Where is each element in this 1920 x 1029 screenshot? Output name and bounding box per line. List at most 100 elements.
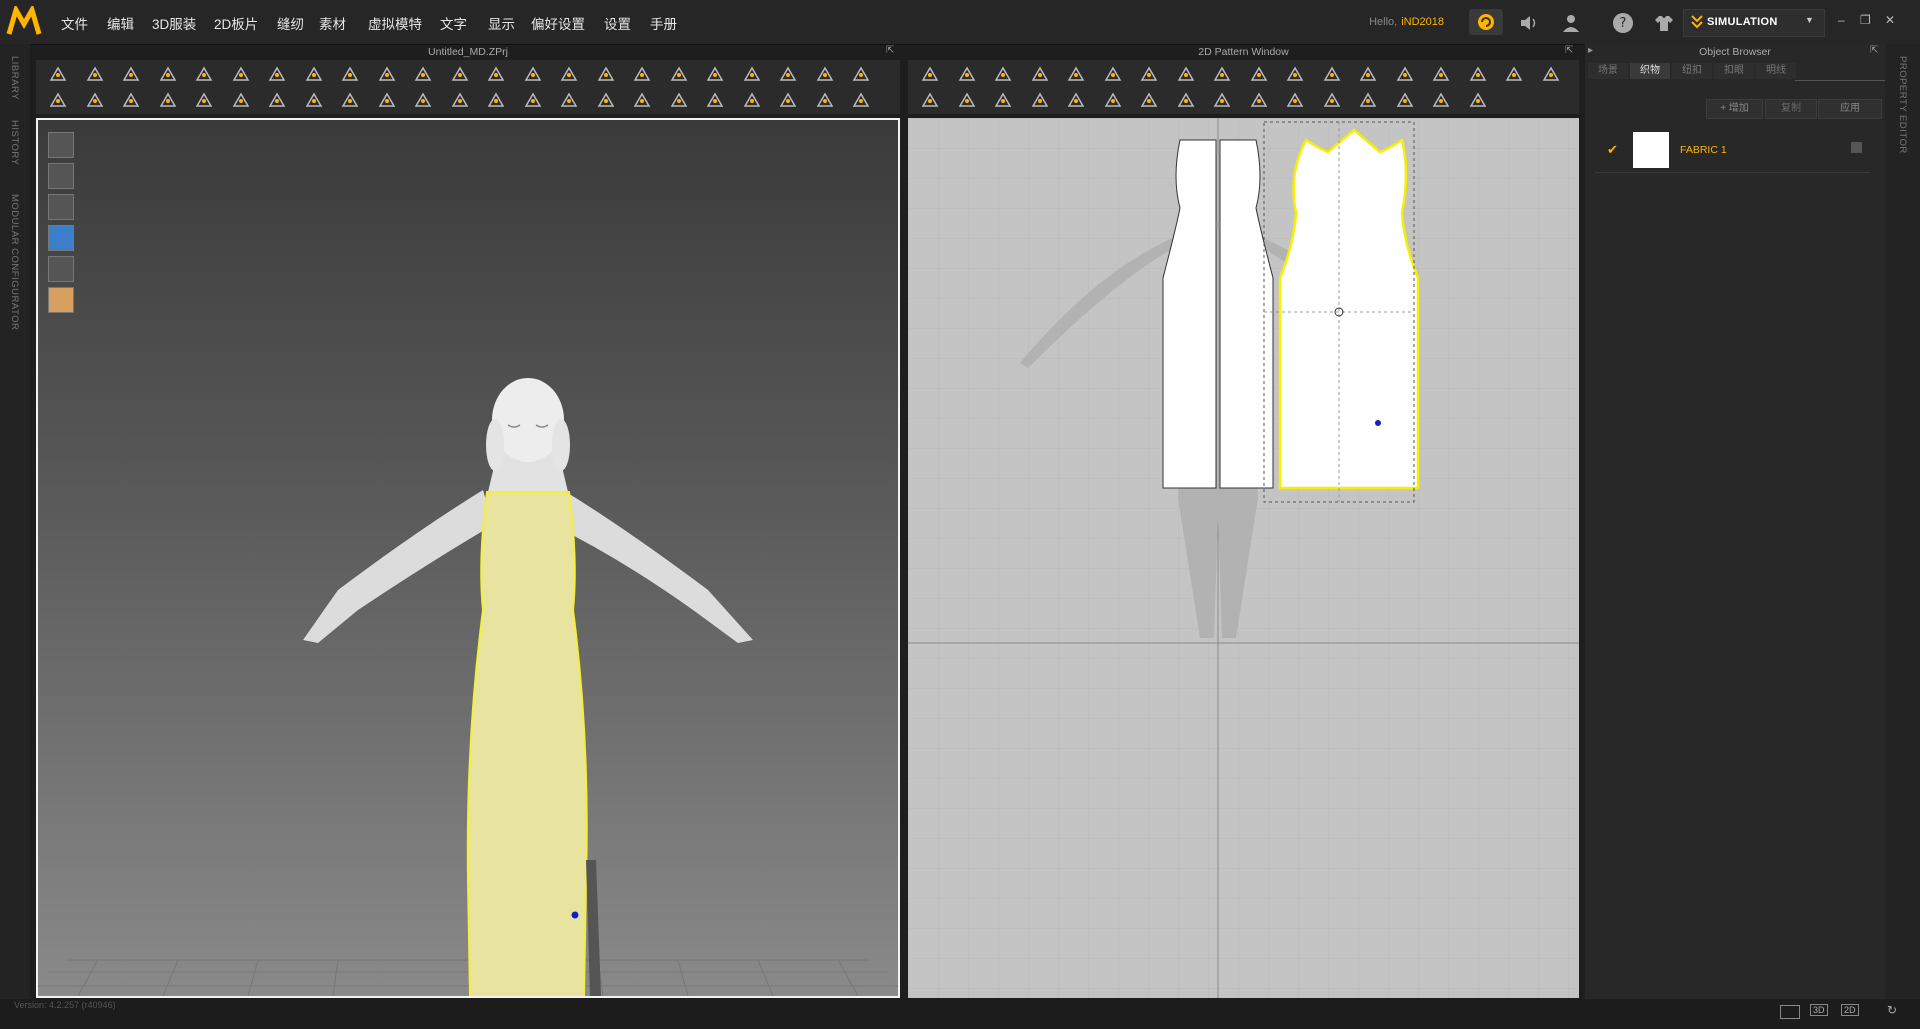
tb2d-tool-icon-4-7[interactable]: [1176, 64, 1196, 84]
tb3d-tool-icon-4-21[interactable]: [815, 64, 835, 84]
pattern-selection-point[interactable]: [1375, 420, 1381, 426]
copy-fabric-button[interactable]: 复制: [1765, 99, 1817, 119]
menu-item-8[interactable]: 显示: [488, 13, 515, 33]
pattern-piece-front[interactable]: [1278, 128, 1420, 490]
add-fabric-button[interactable]: + 增加: [1706, 99, 1763, 119]
viewport-3d[interactable]: [36, 118, 900, 998]
tb3d-tool-icon-4-19[interactable]: [742, 64, 762, 84]
tb3d-tool-icon-30-10[interactable]: [413, 90, 433, 110]
menu-item-11[interactable]: 手册: [650, 13, 677, 33]
sound-icon[interactable]: [1517, 12, 1539, 34]
object-browser-tab-1[interactable]: 织物: [1630, 63, 1670, 79]
apply-fabric-button[interactable]: 应用: [1818, 99, 1882, 119]
tb2d-tool-icon-30-10[interactable]: [1285, 90, 1305, 110]
tb3d-tool-icon-30-1[interactable]: [85, 90, 105, 110]
tb3d-tool-icon-30-16[interactable]: [632, 90, 652, 110]
tb3d-tool-icon-4-1[interactable]: [85, 64, 105, 84]
tb2d-tool-icon-30-13[interactable]: [1395, 90, 1415, 110]
menu-item-6[interactable]: 虚拟模特: [368, 13, 422, 33]
tb2d-tool-icon-4-4[interactable]: [1066, 64, 1086, 84]
menu-item-1[interactable]: 编辑: [107, 13, 134, 33]
tb3d-tool-icon-30-0[interactable]: [48, 90, 68, 110]
refresh-icon[interactable]: ↻: [1887, 1003, 1897, 1017]
tb3d-tool-icon-30-20[interactable]: [778, 90, 798, 110]
menu-item-2[interactable]: 3D服装: [152, 13, 196, 33]
menu-item-3[interactable]: 2D板片: [214, 13, 258, 33]
history-tab[interactable]: HISTORY: [9, 120, 20, 165]
tb3d-tool-icon-30-22[interactable]: [851, 90, 871, 110]
tb3d-tool-icon-30-6[interactable]: [267, 90, 287, 110]
property-editor-tab[interactable]: PROPERTY EDITOR: [1897, 56, 1908, 154]
close-icon[interactable]: ✕: [1885, 13, 1895, 27]
tb3d-tool-icon-4-9[interactable]: [377, 64, 397, 84]
object-browser-tab-3[interactable]: 扣眼: [1714, 63, 1754, 79]
split-view-icon[interactable]: [1780, 1005, 1800, 1019]
view-3d-button[interactable]: 3D: [1810, 1004, 1828, 1016]
view-2d-button[interactable]: 2D: [1841, 1004, 1859, 1016]
tb2d-tool-icon-4-16[interactable]: [1504, 64, 1524, 84]
tb2d-tool-icon-4-13[interactable]: [1395, 64, 1415, 84]
tb3d-tool-icon-30-9[interactable]: [377, 90, 397, 110]
tb3d-tool-icon-4-16[interactable]: [632, 64, 652, 84]
tb2d-tool-icon-4-17[interactable]: [1541, 64, 1561, 84]
tb3d-tool-icon-4-15[interactable]: [596, 64, 616, 84]
tb2d-tool-icon-4-1[interactable]: [957, 64, 977, 84]
tb3d-tool-icon-30-14[interactable]: [559, 90, 579, 110]
tb2d-tool-icon-4-11[interactable]: [1322, 64, 1342, 84]
tb3d-tool-icon-30-21[interactable]: [815, 90, 835, 110]
chevron-down-icon[interactable]: ▼: [1805, 15, 1814, 25]
tb3d-tool-icon-30-4[interactable]: [194, 90, 214, 110]
tb2d-tool-icon-4-9[interactable]: [1249, 64, 1269, 84]
tb2d-tool-icon-4-15[interactable]: [1468, 64, 1488, 84]
tb3d-tool-icon-4-17[interactable]: [669, 64, 689, 84]
tb2d-tool-icon-4-14[interactable]: [1431, 64, 1451, 84]
menu-item-7[interactable]: 文字: [440, 13, 467, 33]
tb2d-tool-icon-4-0[interactable]: [920, 64, 940, 84]
dress-3d[interactable]: [466, 491, 588, 996]
tb2d-tool-icon-30-3[interactable]: [1030, 90, 1050, 110]
tb3d-tool-icon-30-17[interactable]: [669, 90, 689, 110]
tb2d-tool-icon-30-6[interactable]: [1139, 90, 1159, 110]
undock-ob-icon[interactable]: ⇱: [1870, 45, 1878, 56]
tb3d-tool-icon-4-20[interactable]: [778, 64, 798, 84]
shirt-icon[interactable]: [1653, 12, 1675, 34]
selection-point[interactable]: [571, 911, 579, 919]
fabric-save-icon[interactable]: [1851, 142, 1862, 153]
md-logo-icon[interactable]: [6, 6, 42, 38]
tb3d-tool-icon-30-7[interactable]: [304, 90, 324, 110]
tb2d-tool-icon-4-10[interactable]: [1285, 64, 1305, 84]
tb2d-tool-icon-30-7[interactable]: [1176, 90, 1196, 110]
cloud-button[interactable]: [1469, 9, 1503, 35]
tb3d-tool-icon-4-13[interactable]: [523, 64, 543, 84]
tb2d-tool-icon-30-12[interactable]: [1358, 90, 1378, 110]
restore-icon[interactable]: ❐: [1860, 13, 1871, 27]
undock-2d-icon[interactable]: ⇱: [1565, 45, 1573, 56]
tb2d-tool-icon-30-4[interactable]: [1066, 90, 1086, 110]
tb3d-tool-icon-30-15[interactable]: [596, 90, 616, 110]
tb3d-tool-icon-4-11[interactable]: [450, 64, 470, 84]
tb3d-tool-icon-4-3[interactable]: [158, 64, 178, 84]
tb3d-tool-icon-30-19[interactable]: [742, 90, 762, 110]
tb3d-tool-icon-30-2[interactable]: [121, 90, 141, 110]
tb3d-tool-icon-4-14[interactable]: [559, 64, 579, 84]
menu-item-5[interactable]: 素材: [319, 13, 346, 33]
menu-item-10[interactable]: 设置: [604, 13, 631, 33]
help-icon[interactable]: ?: [1612, 12, 1634, 34]
tb3d-tool-icon-4-6[interactable]: [267, 64, 287, 84]
object-browser-tab-0[interactable]: 场景: [1588, 63, 1628, 79]
fabric-list-item[interactable]: ✔ FABRIC 1: [1595, 130, 1870, 173]
username[interactable]: iND2018: [1401, 16, 1444, 28]
menu-item-9[interactable]: 偏好设置: [531, 13, 585, 33]
tb2d-tool-icon-30-9[interactable]: [1249, 90, 1269, 110]
tb3d-tool-icon-4-2[interactable]: [121, 64, 141, 84]
tb3d-tool-icon-4-22[interactable]: [851, 64, 871, 84]
object-browser-tab-4[interactable]: 明线: [1756, 63, 1796, 79]
user-icon[interactable]: [1560, 12, 1582, 34]
tb2d-tool-icon-30-1[interactable]: [957, 90, 977, 110]
undock-3d-icon[interactable]: ⇱: [886, 45, 894, 56]
tb3d-tool-icon-4-0[interactable]: [48, 64, 68, 84]
tb2d-tool-icon-30-11[interactable]: [1322, 90, 1342, 110]
tb3d-tool-icon-30-18[interactable]: [705, 90, 725, 110]
menu-item-0[interactable]: 文件: [61, 13, 88, 33]
fabric-active-check-icon[interactable]: ✔: [1607, 142, 1618, 158]
